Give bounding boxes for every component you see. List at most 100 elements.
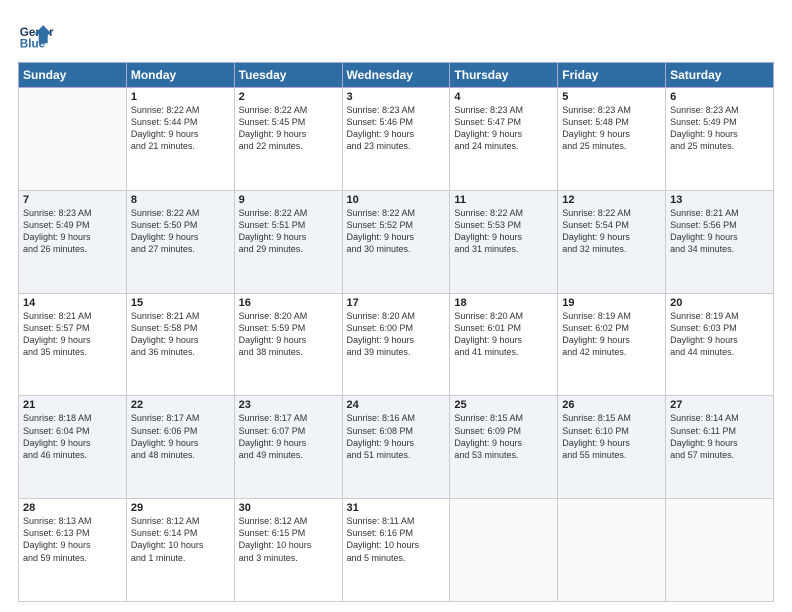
calendar-day-cell: 30Sunrise: 8:12 AM Sunset: 6:15 PM Dayli… bbox=[234, 499, 342, 602]
day-detail: Sunrise: 8:12 AM Sunset: 6:14 PM Dayligh… bbox=[131, 515, 230, 564]
calendar-day-cell: 9Sunrise: 8:22 AM Sunset: 5:51 PM Daylig… bbox=[234, 190, 342, 293]
day-number: 25 bbox=[454, 399, 553, 411]
weekday-header: Tuesday bbox=[234, 63, 342, 88]
day-number: 31 bbox=[347, 502, 446, 514]
day-detail: Sunrise: 8:14 AM Sunset: 6:11 PM Dayligh… bbox=[670, 412, 769, 461]
day-detail: Sunrise: 8:22 AM Sunset: 5:54 PM Dayligh… bbox=[562, 207, 661, 256]
day-number: 1 bbox=[131, 91, 230, 103]
calendar-day-cell: 4Sunrise: 8:23 AM Sunset: 5:47 PM Daylig… bbox=[450, 88, 558, 191]
day-detail: Sunrise: 8:19 AM Sunset: 6:02 PM Dayligh… bbox=[562, 310, 661, 359]
calendar-day-cell: 13Sunrise: 8:21 AM Sunset: 5:56 PM Dayli… bbox=[666, 190, 774, 293]
calendar-day-cell: 21Sunrise: 8:18 AM Sunset: 6:04 PM Dayli… bbox=[19, 396, 127, 499]
weekday-header: Wednesday bbox=[342, 63, 450, 88]
day-number: 16 bbox=[239, 297, 338, 309]
weekday-header: Monday bbox=[126, 63, 234, 88]
day-number: 28 bbox=[23, 502, 122, 514]
weekday-header: Sunday bbox=[19, 63, 127, 88]
day-number: 14 bbox=[23, 297, 122, 309]
day-detail: Sunrise: 8:11 AM Sunset: 6:16 PM Dayligh… bbox=[347, 515, 446, 564]
day-detail: Sunrise: 8:23 AM Sunset: 5:49 PM Dayligh… bbox=[23, 207, 122, 256]
calendar-day-cell: 1Sunrise: 8:22 AM Sunset: 5:44 PM Daylig… bbox=[126, 88, 234, 191]
day-number: 3 bbox=[347, 91, 446, 103]
calendar-week-row: 21Sunrise: 8:18 AM Sunset: 6:04 PM Dayli… bbox=[19, 396, 774, 499]
day-number: 17 bbox=[347, 297, 446, 309]
day-number: 26 bbox=[562, 399, 661, 411]
day-detail: Sunrise: 8:23 AM Sunset: 5:46 PM Dayligh… bbox=[347, 104, 446, 153]
day-detail: Sunrise: 8:16 AM Sunset: 6:08 PM Dayligh… bbox=[347, 412, 446, 461]
day-number: 27 bbox=[670, 399, 769, 411]
day-number: 22 bbox=[131, 399, 230, 411]
calendar-day-cell: 12Sunrise: 8:22 AM Sunset: 5:54 PM Dayli… bbox=[558, 190, 666, 293]
day-number: 23 bbox=[239, 399, 338, 411]
calendar-day-cell: 20Sunrise: 8:19 AM Sunset: 6:03 PM Dayli… bbox=[666, 293, 774, 396]
calendar-day-cell: 8Sunrise: 8:22 AM Sunset: 5:50 PM Daylig… bbox=[126, 190, 234, 293]
day-detail: Sunrise: 8:12 AM Sunset: 6:15 PM Dayligh… bbox=[239, 515, 338, 564]
day-number: 24 bbox=[347, 399, 446, 411]
day-number: 11 bbox=[454, 194, 553, 206]
day-detail: Sunrise: 8:21 AM Sunset: 5:57 PM Dayligh… bbox=[23, 310, 122, 359]
day-detail: Sunrise: 8:20 AM Sunset: 6:00 PM Dayligh… bbox=[347, 310, 446, 359]
day-number: 9 bbox=[239, 194, 338, 206]
calendar-day-cell bbox=[450, 499, 558, 602]
day-detail: Sunrise: 8:22 AM Sunset: 5:50 PM Dayligh… bbox=[131, 207, 230, 256]
day-number: 21 bbox=[23, 399, 122, 411]
day-number: 4 bbox=[454, 91, 553, 103]
day-detail: Sunrise: 8:20 AM Sunset: 6:01 PM Dayligh… bbox=[454, 310, 553, 359]
day-number: 6 bbox=[670, 91, 769, 103]
calendar-day-cell: 31Sunrise: 8:11 AM Sunset: 6:16 PM Dayli… bbox=[342, 499, 450, 602]
day-number: 29 bbox=[131, 502, 230, 514]
day-detail: Sunrise: 8:21 AM Sunset: 5:56 PM Dayligh… bbox=[670, 207, 769, 256]
day-detail: Sunrise: 8:23 AM Sunset: 5:49 PM Dayligh… bbox=[670, 104, 769, 153]
day-detail: Sunrise: 8:13 AM Sunset: 6:13 PM Dayligh… bbox=[23, 515, 122, 564]
day-detail: Sunrise: 8:15 AM Sunset: 6:10 PM Dayligh… bbox=[562, 412, 661, 461]
calendar-day-cell: 23Sunrise: 8:17 AM Sunset: 6:07 PM Dayli… bbox=[234, 396, 342, 499]
logo-icon: General Blue bbox=[18, 18, 54, 54]
calendar-day-cell: 10Sunrise: 8:22 AM Sunset: 5:52 PM Dayli… bbox=[342, 190, 450, 293]
day-number: 7 bbox=[23, 194, 122, 206]
day-detail: Sunrise: 8:19 AM Sunset: 6:03 PM Dayligh… bbox=[670, 310, 769, 359]
calendar-day-cell: 3Sunrise: 8:23 AM Sunset: 5:46 PM Daylig… bbox=[342, 88, 450, 191]
day-detail: Sunrise: 8:20 AM Sunset: 5:59 PM Dayligh… bbox=[239, 310, 338, 359]
calendar-week-row: 1Sunrise: 8:22 AM Sunset: 5:44 PM Daylig… bbox=[19, 88, 774, 191]
calendar-day-cell: 29Sunrise: 8:12 AM Sunset: 6:14 PM Dayli… bbox=[126, 499, 234, 602]
calendar-day-cell: 27Sunrise: 8:14 AM Sunset: 6:11 PM Dayli… bbox=[666, 396, 774, 499]
calendar-day-cell: 22Sunrise: 8:17 AM Sunset: 6:06 PM Dayli… bbox=[126, 396, 234, 499]
calendar-day-cell: 18Sunrise: 8:20 AM Sunset: 6:01 PM Dayli… bbox=[450, 293, 558, 396]
day-detail: Sunrise: 8:23 AM Sunset: 5:48 PM Dayligh… bbox=[562, 104, 661, 153]
calendar-day-cell: 5Sunrise: 8:23 AM Sunset: 5:48 PM Daylig… bbox=[558, 88, 666, 191]
day-detail: Sunrise: 8:22 AM Sunset: 5:53 PM Dayligh… bbox=[454, 207, 553, 256]
day-number: 20 bbox=[670, 297, 769, 309]
calendar-day-cell: 28Sunrise: 8:13 AM Sunset: 6:13 PM Dayli… bbox=[19, 499, 127, 602]
calendar-day-cell: 17Sunrise: 8:20 AM Sunset: 6:00 PM Dayli… bbox=[342, 293, 450, 396]
calendar-day-cell: 26Sunrise: 8:15 AM Sunset: 6:10 PM Dayli… bbox=[558, 396, 666, 499]
day-detail: Sunrise: 8:15 AM Sunset: 6:09 PM Dayligh… bbox=[454, 412, 553, 461]
day-detail: Sunrise: 8:22 AM Sunset: 5:44 PM Dayligh… bbox=[131, 104, 230, 153]
calendar-week-row: 14Sunrise: 8:21 AM Sunset: 5:57 PM Dayli… bbox=[19, 293, 774, 396]
day-detail: Sunrise: 8:23 AM Sunset: 5:47 PM Dayligh… bbox=[454, 104, 553, 153]
weekday-header: Thursday bbox=[450, 63, 558, 88]
day-number: 18 bbox=[454, 297, 553, 309]
day-number: 2 bbox=[239, 91, 338, 103]
calendar-day-cell bbox=[19, 88, 127, 191]
calendar-day-cell: 14Sunrise: 8:21 AM Sunset: 5:57 PM Dayli… bbox=[19, 293, 127, 396]
logo: General Blue bbox=[18, 18, 58, 54]
day-number: 8 bbox=[131, 194, 230, 206]
calendar-day-cell: 16Sunrise: 8:20 AM Sunset: 5:59 PM Dayli… bbox=[234, 293, 342, 396]
day-number: 30 bbox=[239, 502, 338, 514]
calendar-day-cell: 25Sunrise: 8:15 AM Sunset: 6:09 PM Dayli… bbox=[450, 396, 558, 499]
day-detail: Sunrise: 8:18 AM Sunset: 6:04 PM Dayligh… bbox=[23, 412, 122, 461]
day-number: 19 bbox=[562, 297, 661, 309]
day-detail: Sunrise: 8:22 AM Sunset: 5:52 PM Dayligh… bbox=[347, 207, 446, 256]
day-detail: Sunrise: 8:22 AM Sunset: 5:51 PM Dayligh… bbox=[239, 207, 338, 256]
day-detail: Sunrise: 8:21 AM Sunset: 5:58 PM Dayligh… bbox=[131, 310, 230, 359]
day-detail: Sunrise: 8:22 AM Sunset: 5:45 PM Dayligh… bbox=[239, 104, 338, 153]
calendar-table: SundayMondayTuesdayWednesdayThursdayFrid… bbox=[18, 62, 774, 602]
calendar-week-row: 28Sunrise: 8:13 AM Sunset: 6:13 PM Dayli… bbox=[19, 499, 774, 602]
calendar-week-row: 7Sunrise: 8:23 AM Sunset: 5:49 PM Daylig… bbox=[19, 190, 774, 293]
calendar-day-cell: 19Sunrise: 8:19 AM Sunset: 6:02 PM Dayli… bbox=[558, 293, 666, 396]
day-number: 12 bbox=[562, 194, 661, 206]
calendar-day-cell: 6Sunrise: 8:23 AM Sunset: 5:49 PM Daylig… bbox=[666, 88, 774, 191]
day-number: 15 bbox=[131, 297, 230, 309]
day-number: 13 bbox=[670, 194, 769, 206]
day-number: 5 bbox=[562, 91, 661, 103]
